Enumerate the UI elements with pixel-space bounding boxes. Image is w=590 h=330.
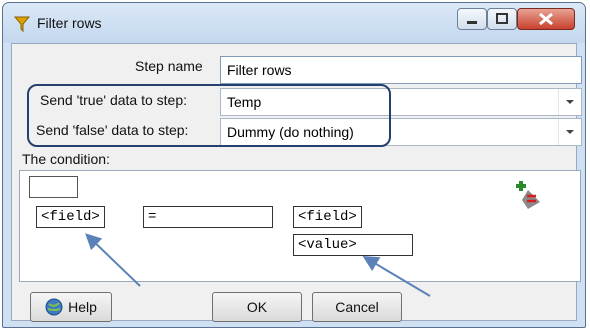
dropdown-arrow-icon[interactable] [558, 119, 581, 145]
filter-funnel-icon [13, 16, 31, 33]
cancel-button-label: Cancel [335, 299, 379, 315]
cancel-button[interactable]: Cancel [312, 292, 402, 322]
add-condition-icon[interactable] [510, 178, 554, 212]
left-field-box[interactable]: <field> [36, 206, 105, 228]
maximize-icon [496, 13, 508, 24]
title-bar: Filter rows [3, 3, 585, 43]
right-field-box[interactable]: <field> [293, 206, 362, 228]
maximize-button[interactable] [487, 8, 517, 30]
highlight-annotation [27, 84, 391, 147]
step-name-input[interactable]: Filter rows [220, 56, 582, 84]
dropdown-arrow-icon[interactable] [558, 89, 581, 115]
step-name-label: Step name [135, 58, 203, 74]
minimize-icon [467, 21, 477, 24]
condition-label: The condition: [22, 151, 110, 167]
ok-button-label: OK [246, 299, 268, 315]
help-globe-icon [45, 298, 63, 316]
right-value-box[interactable]: <value> [293, 234, 413, 256]
close-icon [539, 12, 553, 26]
window-title: Filter rows [37, 15, 102, 31]
ok-button[interactable]: OK [212, 292, 302, 322]
minimize-button[interactable] [457, 8, 487, 30]
operator-box[interactable]: = [143, 206, 273, 228]
help-button-label: Help [68, 299, 97, 315]
help-button[interactable]: Help [30, 292, 112, 322]
close-button[interactable] [517, 8, 575, 30]
condition-negate-box[interactable] [29, 176, 78, 198]
